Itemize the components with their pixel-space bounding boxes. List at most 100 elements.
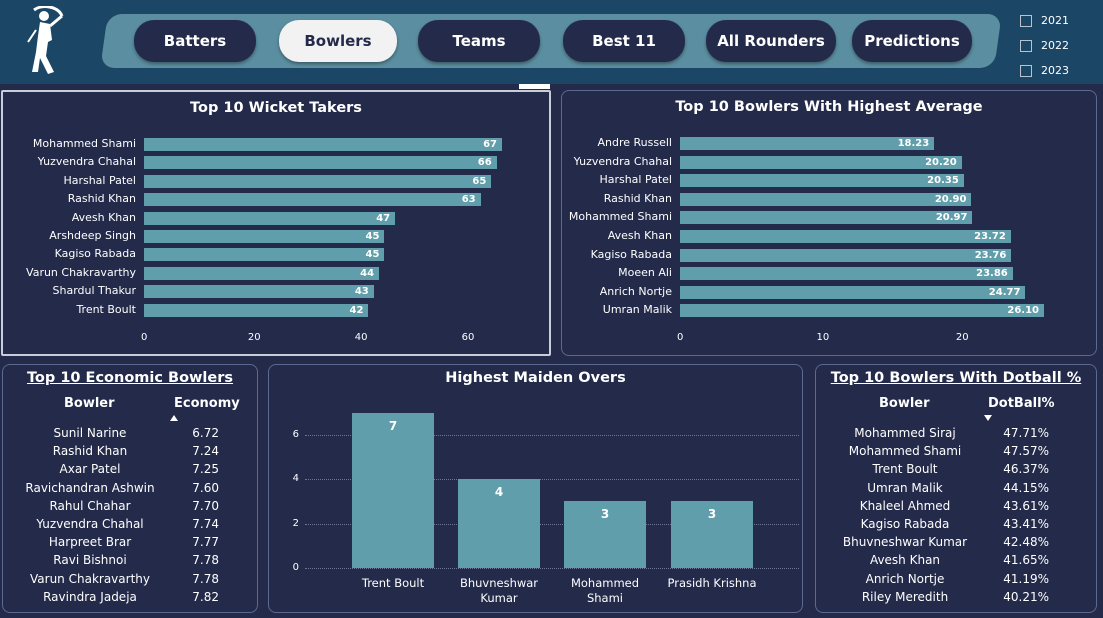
tab-best-11[interactable]: Best 11 bbox=[563, 20, 685, 62]
bar-label: Anrich Nortje bbox=[599, 284, 672, 298]
bowler-name: Avesh Khan bbox=[869, 553, 941, 568]
column-header-bowler[interactable]: Bowler bbox=[879, 396, 930, 411]
bowler-value: 7.70 bbox=[192, 498, 219, 513]
data-label: 23.72 bbox=[974, 231, 1006, 242]
panel-title: Top 10 Bowlers With Highest Average bbox=[675, 99, 983, 115]
bowler-value: 47.71% bbox=[1003, 426, 1049, 440]
bowler-name: Umran Malik bbox=[867, 480, 943, 495]
bar-label: Varun Chakravarthy bbox=[26, 265, 136, 279]
bowler-name: Sunil Narine bbox=[53, 426, 127, 440]
sort-ascending-icon[interactable] bbox=[170, 415, 178, 421]
bowler-name: Yuzvendra Chahal bbox=[36, 517, 144, 531]
bowler-name: Riley Meredith bbox=[861, 589, 949, 604]
bowler-name: Ravichandran Ashwin bbox=[25, 480, 155, 495]
data-label: 4 bbox=[494, 485, 504, 500]
category-label-line: Trent Boult bbox=[361, 576, 425, 590]
bar-label: Yuzvendra Chahal bbox=[573, 154, 672, 168]
bar-label: Rashid Khan bbox=[67, 192, 136, 206]
tab-predictions[interactable]: Predictions bbox=[852, 20, 972, 62]
bowler-name: Axar Patel bbox=[59, 462, 121, 477]
data-label: 45 bbox=[365, 231, 380, 242]
bowler-name: Trent Boult bbox=[872, 462, 938, 477]
data-label: 66 bbox=[477, 157, 492, 169]
bar-label: Avesh Khan bbox=[71, 210, 136, 224]
bowler-value: 7.77 bbox=[192, 535, 219, 550]
panel-title: Top 10 Wicket Takers bbox=[190, 100, 362, 116]
data-label: 7 bbox=[388, 418, 398, 433]
bowler-name: Mohammed Shami bbox=[848, 444, 962, 459]
category-label-line: Prasidh Krishna bbox=[667, 576, 757, 590]
bowler-value: 44.15% bbox=[1003, 480, 1049, 495]
bowler-name: Kagiso Rabada bbox=[860, 517, 950, 531]
bowler-value: 43.41% bbox=[1003, 517, 1049, 531]
data-label: 20.90 bbox=[934, 193, 967, 205]
bar-label: Mohammed Shami bbox=[568, 210, 672, 224]
category-label: Prasidh Krishna bbox=[657, 576, 767, 591]
economic-bowlers-panel[interactable]: Top 10 Economic Bowlers Bowler Economy Sun… bbox=[2, 364, 258, 613]
bowler-value: 43.61% bbox=[1003, 498, 1049, 513]
bar[interactable] bbox=[352, 412, 434, 568]
bowler-value: 42.48% bbox=[1003, 535, 1049, 550]
bowler-value: 40.21% bbox=[1003, 589, 1049, 604]
tab-batters[interactable]: Batters bbox=[134, 20, 256, 62]
axis-tick: 4 bbox=[292, 473, 299, 485]
checkbox-icon[interactable] bbox=[1020, 64, 1032, 77]
bowler-name: Bhuvneshwar Kumar bbox=[842, 535, 968, 550]
bowler-name: Ravindra Jadeja bbox=[43, 589, 137, 604]
bowler-name: Khaleel Ahmed bbox=[859, 498, 951, 513]
active-indicator bbox=[519, 84, 550, 89]
category-label: Trent Boult bbox=[338, 576, 448, 591]
bowler-value: 7.24 bbox=[192, 444, 219, 459]
year-option-2022[interactable]: 2022 bbox=[1020, 33, 1069, 58]
bar-label: Mohammed Shami bbox=[32, 137, 136, 150]
category-label-line: Shami bbox=[586, 591, 624, 605]
highest-average-panel[interactable]: Top 10 Bowlers With Highest Average Andr… bbox=[561, 90, 1097, 356]
axis-tick: 40 bbox=[354, 332, 368, 343]
bar-label: Kagiso Rabada bbox=[54, 247, 136, 261]
bowler-name: Anrich Nortje bbox=[865, 571, 945, 586]
bar-label: Kagiso Rabada bbox=[590, 247, 672, 261]
tab-bowlers[interactable]: Bowlers bbox=[279, 20, 397, 62]
data-label: 23.86 bbox=[976, 268, 1008, 280]
bar-label: Moeen Ali bbox=[618, 266, 672, 280]
column-header-value[interactable]: Economy bbox=[174, 396, 240, 411]
bowler-value: 46.37% bbox=[1003, 462, 1049, 477]
bar-label: Umran Malik bbox=[602, 303, 672, 317]
data-label: 24.77 bbox=[988, 286, 1021, 298]
sort-descending-icon[interactable] bbox=[984, 415, 992, 421]
bar-label: Rashid Khan bbox=[603, 191, 672, 205]
year-option-2021[interactable]: 2021 bbox=[1020, 8, 1069, 33]
data-label: 67 bbox=[483, 139, 497, 150]
bowler-value: 7.60 bbox=[192, 480, 219, 495]
panel-title: Top 10 Economic Bowlers bbox=[26, 370, 234, 386]
checkbox-icon[interactable] bbox=[1020, 39, 1032, 52]
year-label: 2022 bbox=[1041, 39, 1069, 52]
maiden-overs-panel[interactable]: Highest Maiden Overs 0 2 4 6 7 Trent Boult 4 Bh… bbox=[268, 364, 803, 613]
year-filter: 2021 2022 2023 bbox=[1020, 8, 1069, 83]
category-label: Mohammed Shami bbox=[550, 576, 660, 606]
data-label: 20.20 bbox=[925, 156, 957, 168]
checkbox-icon[interactable] bbox=[1020, 14, 1032, 27]
bar-label: Shardul Thakur bbox=[52, 284, 137, 298]
axis-tick: 20 bbox=[955, 332, 969, 343]
wicket-takers-panel[interactable]: Top 10 Wicket Takers Mohammed Shami 67 Yuz… bbox=[1, 90, 551, 356]
column-header-value[interactable]: DotBall% bbox=[988, 396, 1055, 411]
data-label: 20.97 bbox=[935, 212, 968, 224]
bowler-value: 7.78 bbox=[192, 571, 219, 586]
bar-label: Andre Russell bbox=[597, 136, 673, 149]
data-label: 47 bbox=[376, 212, 391, 224]
bowler-name: Rashid Khan bbox=[52, 444, 128, 459]
data-label: 65 bbox=[472, 175, 487, 187]
year-label: 2021 bbox=[1041, 14, 1069, 27]
bowler-value: 41.65% bbox=[1003, 553, 1049, 568]
dotball-panel[interactable]: Top 10 Bowlers With Dotball % Bowler DotB… bbox=[815, 364, 1097, 613]
tab-all-rounders[interactable]: All Rounders bbox=[706, 20, 836, 62]
data-label: 42 bbox=[349, 304, 364, 316]
year-label: 2023 bbox=[1041, 64, 1069, 77]
data-label: 3 bbox=[707, 507, 717, 522]
bowler-name: Ravi Bishnoi bbox=[53, 553, 127, 568]
tab-teams[interactable]: Teams bbox=[418, 20, 540, 62]
year-option-2023[interactable]: 2023 bbox=[1020, 58, 1069, 83]
axis-tick: 60 bbox=[461, 332, 475, 343]
column-header-bowler[interactable]: Bowler bbox=[64, 396, 115, 411]
